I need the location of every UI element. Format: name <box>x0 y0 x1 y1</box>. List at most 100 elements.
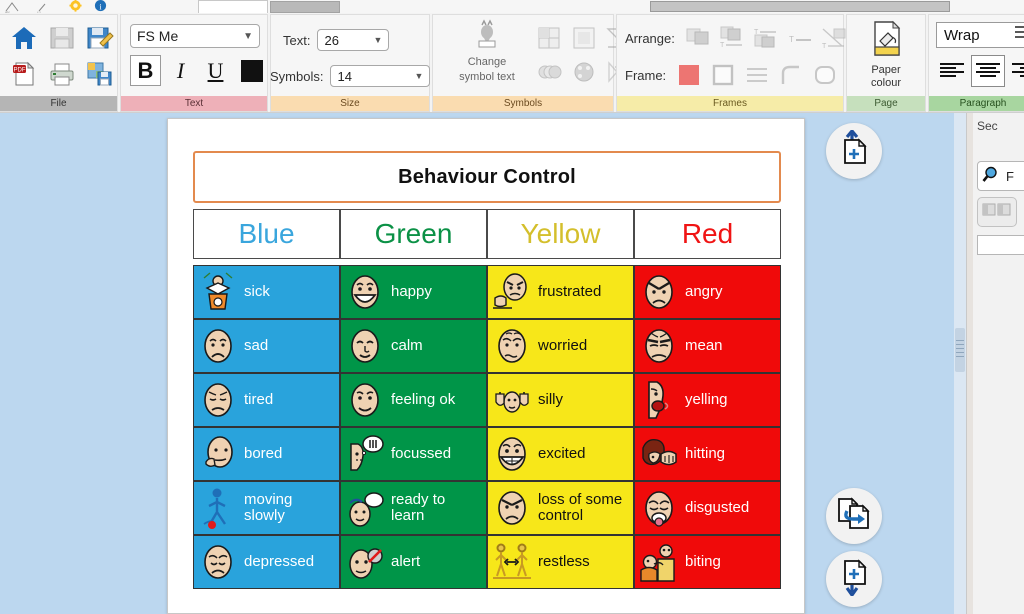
behaviour-cell[interactable]: frustrated <box>487 265 634 319</box>
export-pdf-icon[interactable]: PDF <box>5 56 43 92</box>
behaviour-cell[interactable]: silly <box>487 373 634 427</box>
document-canvas[interactable]: Behaviour Control BlueGreen Yellow Red sic… <box>0 113 966 614</box>
side-panel-text-field[interactable] <box>977 235 1024 255</box>
svg-text:abc: abc <box>5 10 10 13</box>
behaviour-cell[interactable]: alert <box>340 535 487 589</box>
wrap-select[interactable]: Wrap <box>936 22 1024 48</box>
panel-splitter[interactable] <box>967 113 973 614</box>
behaviour-cell[interactable]: moving slowly <box>193 481 340 535</box>
frame-square-icon[interactable] <box>706 60 740 90</box>
quick-access-icons: abc x y i <box>4 0 108 13</box>
behaviour-cell[interactable]: yelling <box>634 373 781 427</box>
insert-page-below-button[interactable] <box>826 551 882 607</box>
symbol-search-input[interactable]: F <box>977 161 1024 191</box>
bold-button[interactable]: B <box>130 55 161 86</box>
symbol-grid-icon[interactable] <box>531 21 566 55</box>
frame-lines-icon[interactable] <box>740 60 774 90</box>
behaviour-cell[interactable]: mean <box>634 319 781 373</box>
column-header-red[interactable]: Red <box>634 209 781 259</box>
column-header-row: BlueGreen Yellow Red <box>193 209 781 259</box>
behaviour-cell[interactable]: depressed <box>193 535 340 589</box>
behaviour-cell[interactable]: worried <box>487 319 634 373</box>
depressed-face-icon <box>198 540 238 584</box>
symbol-size-value: 14 <box>337 69 351 84</box>
behaviour-cell[interactable]: restless <box>487 535 634 589</box>
behaviour-label: alert <box>391 554 420 570</box>
tab-active[interactable] <box>198 0 268 13</box>
document-content: Behaviour Control BlueGreen Yellow Red sic… <box>193 151 781 589</box>
symbol-size-select[interactable]: 14 ▼ <box>330 65 430 87</box>
underline-button[interactable]: U <box>200 55 231 86</box>
column-header-green[interactable]: Green <box>340 209 487 259</box>
behaviour-cell[interactable]: angry <box>634 265 781 319</box>
save-icon[interactable] <box>43 20 81 56</box>
scrollbar-thumb[interactable] <box>955 328 965 372</box>
frame-colour-swatch <box>679 65 699 85</box>
ribbon-group-page: Paper colour Page <box>846 14 926 112</box>
save-as-icon[interactable] <box>81 20 119 56</box>
column-header-yellow[interactable]: Yellow <box>487 209 634 259</box>
align-left-button[interactable] <box>935 55 969 87</box>
text-line-icon[interactable]: T <box>783 23 817 53</box>
behaviour-cell[interactable]: happy <box>340 265 487 319</box>
graph-icon-partial[interactable]: x y <box>36 0 58 13</box>
behaviour-cell[interactable]: ready to learn <box>340 481 487 535</box>
paper-colour-button[interactable]: Paper colour <box>847 19 925 90</box>
frame-rounded-icon[interactable] <box>808 60 842 90</box>
ready-to-learn-icon <box>345 486 385 530</box>
text-size-select[interactable]: 26 ▼ <box>317 29 389 51</box>
behaviour-cell[interactable]: bored <box>193 427 340 481</box>
behaviour-cell[interactable]: feeling ok <box>340 373 487 427</box>
restless-pacing-icon <box>492 540 532 584</box>
behaviour-cell[interactable]: excited <box>487 427 634 481</box>
font-family-select[interactable]: FS Me ▼ <box>130 24 260 48</box>
compare-symbols-button[interactable] <box>977 197 1017 227</box>
behaviour-cell[interactable]: biting <box>634 535 781 589</box>
disgusted-face-tongue-icon <box>639 486 679 530</box>
text-colour-swatch[interactable] <box>241 60 263 82</box>
print-icon[interactable] <box>43 56 81 92</box>
save-template-icon[interactable] <box>81 56 119 92</box>
behaviour-cell[interactable]: loss of some control <box>487 481 634 535</box>
align-right-button[interactable] <box>1007 55 1024 87</box>
frames-group-label: Frames <box>617 96 843 111</box>
gear-icon[interactable] <box>68 0 83 13</box>
angry-face-icon <box>639 270 679 314</box>
behaviour-cell[interactable]: sick <box>193 265 340 319</box>
ribbon-group-paragraph: Wrap Paragraph <box>928 14 1024 112</box>
behaviour-cell[interactable]: hitting <box>634 427 781 481</box>
palette-icon[interactable] <box>566 55 601 89</box>
italic-button[interactable]: I <box>165 55 196 86</box>
page-sheet[interactable]: Behaviour Control BlueGreen Yellow Red sic… <box>167 118 805 614</box>
chart-icon-partial[interactable]: abc <box>4 0 26 13</box>
skin-tone-icon[interactable] <box>531 55 566 89</box>
behaviour-cell[interactable]: focussed <box>340 427 487 481</box>
align-centre-button[interactable] <box>971 55 1005 87</box>
document-title-frame[interactable]: Behaviour Control <box>193 151 781 203</box>
tab-inactive[interactable] <box>270 1 340 13</box>
compare-symbols-icon <box>982 201 1012 224</box>
canvas-vertical-scrollbar[interactable] <box>954 113 966 614</box>
behaviour-cell[interactable]: calm <box>340 319 487 373</box>
symbol-blank-icon[interactable] <box>566 21 601 55</box>
insert-page-above-button[interactable] <box>826 123 882 179</box>
column-header-blue[interactable]: Blue <box>193 209 340 259</box>
bring-to-front-icon[interactable] <box>681 23 715 53</box>
behaviour-cell[interactable]: sad <box>193 319 340 373</box>
change-symbol-text-button[interactable]: Change symbol text <box>449 19 525 84</box>
send-behind-text-icon[interactable]: T <box>715 23 749 53</box>
column-header-label: Yellow <box>521 218 601 250</box>
frame-colour-button[interactable] <box>672 60 706 90</box>
column-header-label: Red <box>682 218 733 250</box>
behaviour-cell[interactable]: tired <box>193 373 340 427</box>
info-icon[interactable]: i <box>93 0 108 13</box>
behaviour-cell[interactable]: disgusted <box>634 481 781 535</box>
file-group-label: File <box>0 96 117 111</box>
ribbon-group-size: Text: 26 ▼ Symbols: 14 ▼ Size <box>270 14 430 112</box>
frame-corner-icon[interactable] <box>774 60 808 90</box>
ribbon-header-field[interactable] <box>650 1 950 12</box>
duplicate-page-button[interactable] <box>826 488 882 544</box>
text-above-object-icon[interactable]: T <box>749 23 783 53</box>
cat-symbol-icon <box>474 36 500 53</box>
home-icon[interactable] <box>5 20 43 56</box>
